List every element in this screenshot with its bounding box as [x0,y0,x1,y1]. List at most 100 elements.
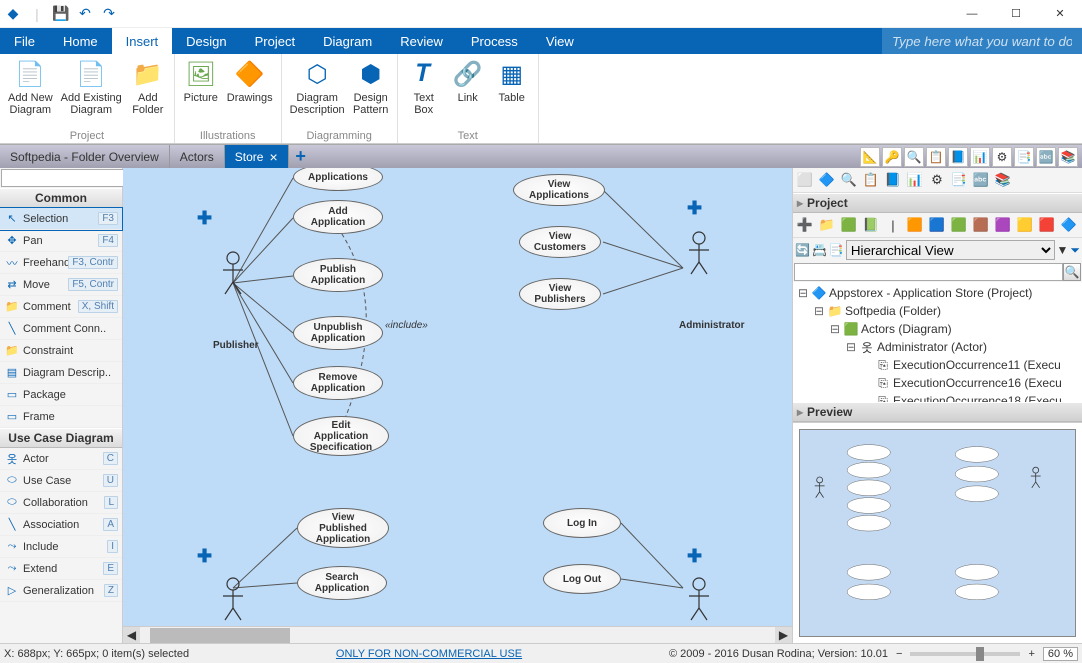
panel-tool-0-0[interactable]: ⬜ [795,170,815,190]
zoom-out-icon[interactable]: − [896,648,902,660]
tool-diagram-descrip-[interactable]: ▤Diagram Descrip.. [0,362,122,384]
undo-icon[interactable]: ↶ [76,5,94,23]
tool-comment[interactable]: 📁CommentX, Shift [0,296,122,318]
usecase[interactable]: AddApplication [293,200,383,234]
panel-tool-0-4[interactable]: 📘 [883,170,903,190]
panel-tool-1-4[interactable]: | [883,215,903,235]
filter-icon[interactable]: ⏷ [1070,243,1080,258]
panel-tool-1-9[interactable]: 🟪 [993,215,1013,235]
sidetool-2[interactable]: 🔍 [904,147,924,167]
tool-freehand[interactable]: 〰FreehandF3, Contr [0,252,122,274]
panel-tool-0-6[interactable]: ⚙ [927,170,947,190]
panel-tool-0-1[interactable]: 🔷 [817,170,837,190]
tool-selection[interactable]: ↖SelectionF3 [0,208,122,230]
menu-process[interactable]: Process [457,28,532,54]
add-icon[interactable]: ✚ [687,546,703,562]
panel-tool-1-0[interactable]: ➕ [795,215,815,235]
zoom-slider[interactable] [910,652,1020,656]
add-icon[interactable]: ✚ [197,546,213,562]
panel-tool-1-11[interactable]: 🟥 [1037,215,1057,235]
new-tab-button[interactable]: + [289,145,313,169]
add-folder-button[interactable]: 📁AddFolder [126,56,170,129]
picture-button[interactable]: 🖼Picture [179,56,223,129]
tree-node[interactable]: ⊟🔷Appstorex - Application Store (Project… [795,284,1080,302]
add-existing-diagram-button[interactable]: 📄Add ExistingDiagram [57,56,126,129]
tool-pan[interactable]: ✥PanF4 [0,230,122,252]
menu-design[interactable]: Design [172,28,240,54]
tree-expander-icon[interactable]: ⊟ [845,340,857,354]
usecase[interactable]: ViewPublishers [519,278,601,310]
menu-view[interactable]: View [532,28,588,54]
menu-file[interactable]: File [0,28,49,54]
panel-tool-1-5[interactable]: 🟧 [905,215,925,235]
tree-node[interactable]: ⊟🟩Actors (Diagram) [795,320,1080,338]
usecase[interactable]: PublishApplication [293,258,383,292]
table-button[interactable]: ▦Table [490,56,534,129]
sidetool-0[interactable]: 📐 [860,147,880,167]
usecase[interactable]: UnpublishApplication [293,316,383,350]
refresh-icon[interactable]: 🔄 [795,243,810,257]
panel-tool-1-8[interactable]: 🟫 [971,215,991,235]
search-icon[interactable]: 🔍 [1063,263,1081,281]
sidetool-8[interactable]: 🔤 [1036,147,1056,167]
preview-panel-header[interactable]: Preview [793,402,1082,422]
panel-tool-0-9[interactable]: 📚 [993,170,1013,190]
usecase[interactable]: EditApplicationSpecification [293,416,389,456]
panel-tool-1-7[interactable]: 🟩 [949,215,969,235]
tree-expander-icon[interactable]: ⊟ [797,286,809,300]
tree-expander-icon[interactable]: ⊟ [813,304,825,318]
usecase[interactable]: SearchApplication [297,566,387,600]
sync-icon[interactable]: 📇 [812,243,827,257]
project-panel-header[interactable]: Project [793,193,1082,213]
tree-node[interactable]: ⎘ExecutionOccurrence11 (Execu [795,356,1080,374]
tree-node[interactable]: ⎘ExecutionOccurrence16 (Execu [795,374,1080,392]
tool-move[interactable]: ⇄MoveF5, Contr [0,274,122,296]
panel-tool-1-3[interactable]: 📗 [861,215,881,235]
tool-use-case[interactable]: ⬭Use CaseU [0,470,122,492]
panel-tool-1-2[interactable]: 🟩 [839,215,859,235]
tool-extend[interactable]: ⤳ExtendE [0,558,122,580]
maximize-button[interactable]: ☐ [994,0,1038,28]
panel-tool-1-12[interactable]: 🔷 [1059,215,1079,235]
dropdown-icon[interactable]: ▼ [1057,243,1069,257]
add-new-diagram-button[interactable]: 📄Add NewDiagram [4,56,57,129]
scroll-right-icon[interactable]: ▶ [775,627,792,644]
tool-frame[interactable]: ▭Frame [0,406,122,428]
close-button[interactable]: ✕ [1038,0,1082,28]
tool-comment-conn-[interactable]: ╲Comment Conn.. [0,318,122,340]
tool-association[interactable]: ╲AssociationA [0,514,122,536]
menu-insert[interactable]: Insert [112,28,173,54]
tool-constraint[interactable]: 📁Constraint [0,340,122,362]
scroll-left-icon[interactable]: ◀ [123,627,140,644]
save-icon[interactable]: 💾 [52,5,70,23]
sidetool-1[interactable]: 🔑 [882,147,902,167]
drawings-button[interactable]: 🔶Drawings [223,56,277,129]
panel-tool-0-7[interactable]: 📑 [949,170,969,190]
tree-node[interactable]: ⊟옷Administrator (Actor) [795,338,1080,356]
text-box-button[interactable]: 𝑻TextBox [402,56,446,129]
tree-node[interactable]: ⎘ExecutionOccurrence18 (Execu [795,392,1080,402]
usecase[interactable]: Log In [543,508,621,538]
zoom-value[interactable]: 60 % [1043,647,1078,661]
minimize-button[interactable]: — [950,0,994,28]
usecase[interactable]: ViewApplications [513,174,605,206]
add-icon[interactable]: ✚ [687,198,703,214]
ribbon-search-input[interactable] [882,28,1082,54]
tool-package[interactable]: ▭Package [0,384,122,406]
tree-expander-icon[interactable]: ⊟ [829,322,841,336]
license-link[interactable]: ONLY FOR NON-COMMERCIAL USE [336,648,522,660]
sidetool-7[interactable]: 📑 [1014,147,1034,167]
close-icon[interactable]: × [269,149,277,165]
sidetool-5[interactable]: 📊 [970,147,990,167]
sidetool-6[interactable]: ⚙ [992,147,1012,167]
usecase[interactable]: ViewCustomers [519,226,601,258]
tab-softpedia-folder-overview[interactable]: Softpedia - Folder Overview [0,145,170,169]
sidetool-9[interactable]: 📚 [1058,147,1078,167]
actor[interactable]: Administrator [679,278,745,331]
panel-tool-1-1[interactable]: 📁 [817,215,837,235]
redo-icon[interactable]: ↷ [100,5,118,23]
panel-tool-0-8[interactable]: 🔤 [971,170,991,190]
usecase[interactable]: RemoveApplication [293,366,383,400]
sidetool-3[interactable]: 📋 [926,147,946,167]
tool-include[interactable]: ⤳IncludeI [0,536,122,558]
